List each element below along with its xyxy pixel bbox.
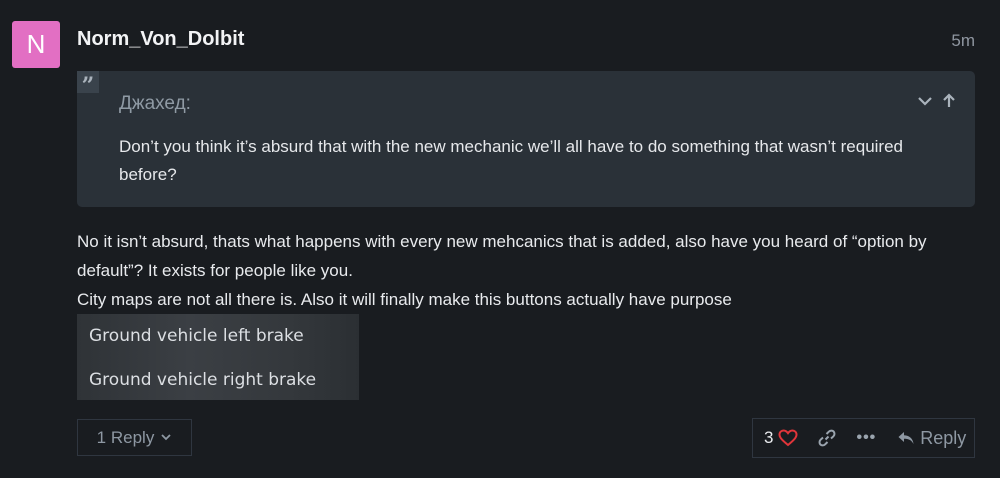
reply-label: Reply <box>920 427 967 448</box>
image-text-line: Ground vehicle left brake <box>89 326 304 346</box>
chevron-down-icon[interactable] <box>917 93 933 113</box>
username[interactable]: Norm_Von_Dolbit <box>77 28 244 51</box>
avatar[interactable]: N <box>12 21 60 68</box>
reply-icon <box>897 430 915 446</box>
heart-icon[interactable] <box>778 429 798 447</box>
post-paragraph: No it isn’t absurd, thats what happens w… <box>77 232 927 280</box>
quote-icon: ” <box>77 71 99 99</box>
quote-author: Джахед: <box>119 93 191 114</box>
quote-block: ” Джахед: Don’t you think it’s absurd th… <box>77 71 975 207</box>
quote-controls <box>917 93 957 113</box>
post-body: No it isn’t absurd, thats what happens w… <box>77 227 977 314</box>
attached-image[interactable]: Ground vehicle left brake Ground vehicle… <box>77 314 359 400</box>
replies-button[interactable]: 1 Reply <box>77 419 192 456</box>
post-actions: 3 ••• Reply <box>752 418 975 458</box>
replies-label: 1 Reply <box>96 427 155 447</box>
post-age[interactable]: 5m <box>951 31 975 51</box>
post-paragraph: City maps are not all there is. Also it … <box>77 290 732 309</box>
image-text-line: Ground vehicle right brake <box>89 370 317 390</box>
quote-text: Don’t you think it’s absurd that with th… <box>119 137 904 184</box>
reply-button[interactable]: Reply <box>897 428 966 449</box>
like-count[interactable]: 3 <box>764 428 773 448</box>
link-icon[interactable] <box>817 428 837 448</box>
arrow-up-icon[interactable] <box>941 93 957 113</box>
more-options-icon[interactable]: ••• <box>856 429 876 447</box>
chevron-down-icon <box>160 428 172 448</box>
